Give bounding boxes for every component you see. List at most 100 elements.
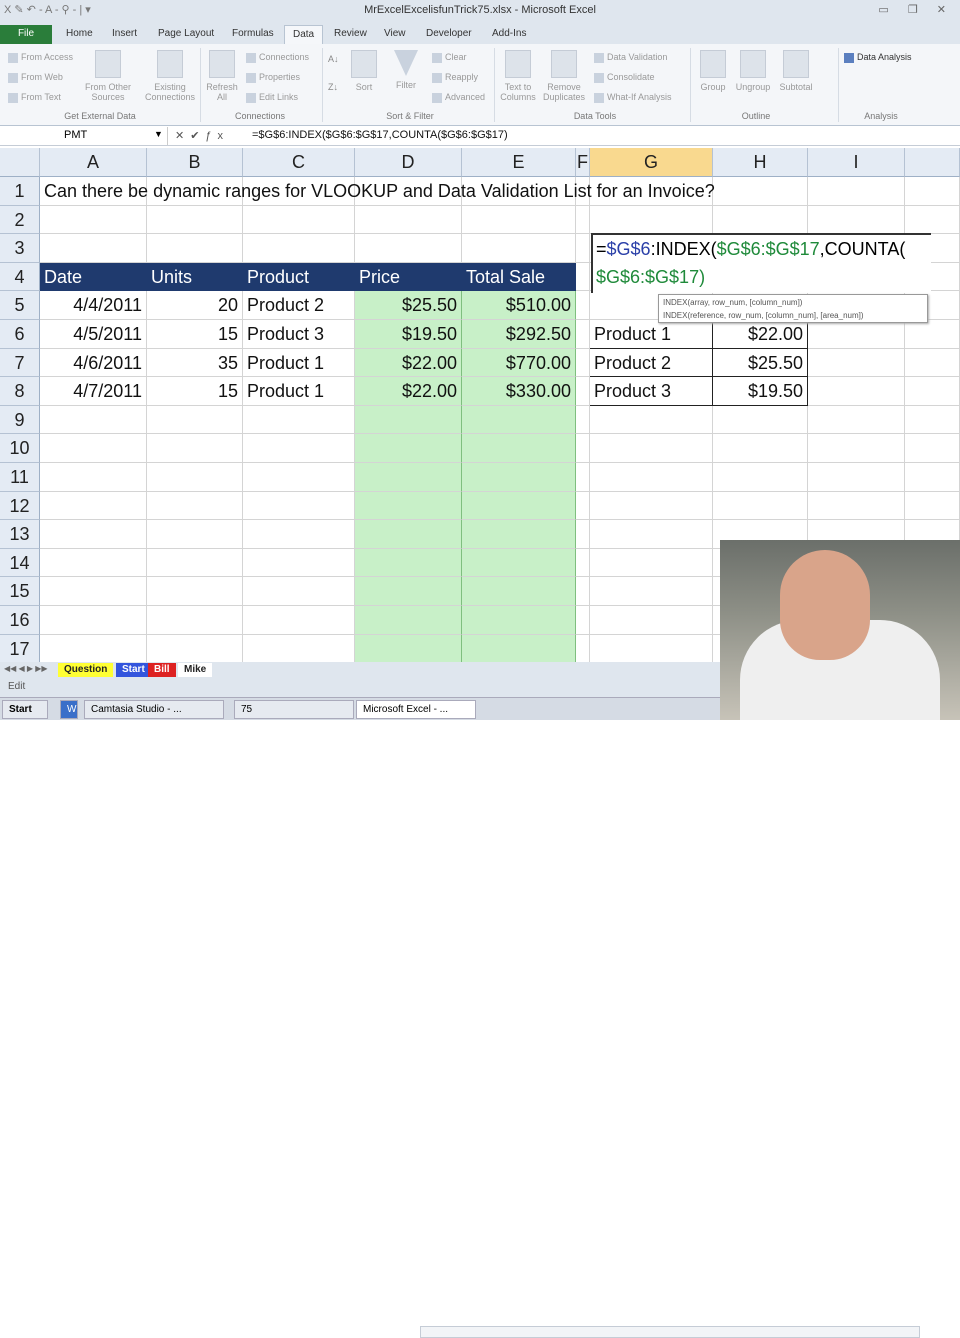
cell[interactable] [462,520,576,549]
cell[interactable] [905,405,960,435]
cell[interactable] [713,405,808,435]
tab-insert[interactable]: Insert [104,25,145,44]
row-header-16[interactable]: 16 [0,606,40,635]
sheet-tab-start[interactable]: Start [116,663,151,677]
horizontal-scrollbar[interactable] [420,1326,920,1338]
column-header-C[interactable]: C [243,148,355,177]
text-to-columns-button[interactable]: Text to Columns [498,50,538,102]
start-button[interactable]: Start [2,700,48,719]
row-header-4[interactable]: 4 [0,262,40,292]
what-if-analysis-button[interactable]: What-If Analysis [594,92,672,103]
row-header-2[interactable]: 2 [0,205,40,235]
table-header[interactable]: Date [40,262,147,292]
cell[interactable] [576,348,590,378]
row-header-8[interactable]: 8 [0,377,40,406]
data-analysis-button[interactable]: Data Analysis [844,52,912,63]
cell[interactable] [40,548,147,578]
table-cell[interactable]: $22.00 [355,348,462,378]
tab-developer[interactable]: Developer [418,25,480,44]
table-header[interactable]: Price [355,262,462,292]
lookup-cell[interactable]: Product 2 [590,348,713,378]
tab-formulas[interactable]: Formulas [224,25,282,44]
window-controls[interactable]: ▭ ❐ ✕ [878,3,954,16]
cell[interactable] [462,205,576,235]
advanced-button[interactable]: Advanced [432,92,485,103]
cell[interactable] [355,491,462,521]
cell[interactable] [40,634,147,662]
cell[interactable] [40,405,147,435]
cell[interactable] [40,606,147,635]
cell[interactable] [905,177,960,206]
row-header-14[interactable]: 14 [0,548,40,578]
cell[interactable] [147,463,243,492]
from-web-button[interactable]: From Web [8,72,63,83]
tab-file[interactable]: File [0,25,52,44]
cell[interactable] [590,463,713,492]
cell[interactable] [576,577,590,606]
cell[interactable] [576,606,590,635]
properties-button[interactable]: Properties [246,72,300,83]
consolidate-button[interactable]: Consolidate [594,72,655,83]
table-header[interactable]: Total Sale [462,262,576,292]
connections-button[interactable]: Connections [246,52,309,63]
table-header[interactable]: Product [243,262,355,292]
cell[interactable] [808,320,905,349]
table-cell[interactable]: 35 [147,348,243,378]
cell[interactable] [905,463,960,492]
cell[interactable] [590,434,713,463]
sort-button[interactable]: Sort [350,50,378,92]
cell[interactable] [590,520,713,549]
tab-data[interactable]: Data [284,25,324,44]
filter-button[interactable]: Filter [390,50,422,90]
cell[interactable] [590,405,713,435]
title-cell[interactable]: Can there be dynamic ranges for VLOOKUP … [40,177,715,206]
cell[interactable] [808,205,905,235]
table-cell[interactable]: $770.00 [462,348,576,378]
cell[interactable] [355,405,462,435]
edit-links-button[interactable]: Edit Links [246,92,298,103]
column-header-A[interactable]: A [40,148,147,177]
row-header-5[interactable]: 5 [0,291,40,320]
cell[interactable] [590,205,713,235]
cell[interactable] [462,405,576,435]
cell[interactable] [808,377,905,406]
from-text-button[interactable]: From Text [8,92,61,103]
cell[interactable] [462,463,576,492]
cell[interactable] [713,205,808,235]
cell[interactable] [355,205,462,235]
column-header-extra[interactable] [905,148,960,177]
row-header-7[interactable]: 7 [0,348,40,378]
cell-edit-box[interactable]: =$G$6:INDEX($G$6:$G$17,COUNTA($G$6:$G$17… [591,233,931,293]
data-validation-button[interactable]: Data Validation [594,52,667,63]
from-access-button[interactable]: From Access [8,52,73,63]
cell[interactable] [808,177,905,206]
row-header-9[interactable]: 9 [0,405,40,435]
cell[interactable] [590,548,713,578]
cell[interactable] [243,434,355,463]
taskbar-camtasia[interactable]: Camtasia Studio - ... [84,700,224,719]
cell[interactable] [147,434,243,463]
remove-duplicates-button[interactable]: Remove Duplicates [542,50,586,102]
cell[interactable] [40,234,147,263]
name-box-dropdown-icon[interactable]: ▼ [154,129,163,139]
refresh-all-button[interactable]: Refresh All [204,50,240,102]
table-cell[interactable]: Product 2 [243,291,355,320]
table-cell[interactable]: 15 [147,377,243,406]
word-icon[interactable]: W [60,700,78,719]
lookup-cell[interactable]: Product 3 [590,377,713,406]
cell[interactable] [905,377,960,406]
row-header-1[interactable]: 1 [0,177,40,206]
lookup-cell[interactable]: $19.50 [713,377,808,406]
tooltip-line[interactable]: INDEX(reference, row_num, [column_num], … [663,309,923,322]
cell[interactable] [462,577,576,606]
table-cell[interactable]: 15 [147,320,243,349]
cell[interactable] [355,434,462,463]
cell[interactable] [147,577,243,606]
sheet-tab-mike[interactable]: Mike [178,663,213,677]
cell[interactable] [243,491,355,521]
cell[interactable] [40,463,147,492]
cell[interactable] [576,205,590,235]
tooltip-line[interactable]: INDEX(array, row_num, [column_num]) [663,296,923,309]
table-cell[interactable]: 4/6/2011 [40,348,147,378]
cell[interactable] [713,491,808,521]
